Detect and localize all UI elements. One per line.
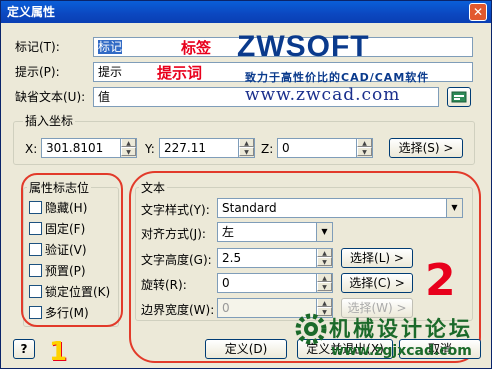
insert-field-button[interactable] <box>447 87 471 107</box>
annotation-number-one: 1 <box>49 337 68 367</box>
insert-point-title: 插入坐标 <box>23 114 76 128</box>
select-point-button[interactable]: 选择(S) > <box>389 138 463 158</box>
prompt-input-value: 提示 <box>98 65 123 79</box>
logo-url: www.zwcad.com <box>245 85 401 105</box>
logo-slogan: 致力于高性价比的CAD/CAM软件 <box>245 71 430 84</box>
y-spinner[interactable]: ▲ ▼ <box>238 139 254 157</box>
tag-label: 标记(T): <box>15 40 60 54</box>
title-bar: 定义属性 ✕ <box>1 1 491 23</box>
annotation-tag: 标签 <box>181 39 212 57</box>
x-label: X: <box>25 142 38 156</box>
y-coordinate-input[interactable]: 227.11 ▲ ▼ <box>159 138 255 158</box>
zwsoft-logo: ZWSOFT <box>237 30 370 63</box>
default-text-value: 值 <box>98 90 111 104</box>
prompt-label: 提示(P): <box>15 65 60 79</box>
close-button[interactable]: ✕ <box>469 3 487 21</box>
annotation-prompt: 提示词 <box>157 64 203 82</box>
x-coordinate-input[interactable]: 301.8101 ▲ ▼ <box>41 138 137 158</box>
watermark-site-name: 机械设计论坛 <box>329 317 473 341</box>
tag-input-value: 标记 <box>98 40 123 54</box>
default-text-label: 缺省文本(U): <box>15 90 86 104</box>
y-label: Y: <box>145 142 155 156</box>
window-title: 定义属性 <box>7 5 56 19</box>
z-label: Z: <box>261 142 274 156</box>
annotation-number-two: 2 <box>425 255 456 306</box>
help-button[interactable]: ? <box>13 339 35 359</box>
z-spinner[interactable]: ▲ ▼ <box>356 139 372 157</box>
define-button[interactable]: 定义(D) <box>205 339 287 359</box>
annotation-oval-flags <box>21 173 123 327</box>
define-attribute-dialog: 定义属性 ✕ 标记(T): 标记 提示(P): 提示 缺省文本(U): 值 标签… <box>0 0 492 369</box>
y-coordinate-value: 227.11 <box>164 141 206 155</box>
x-coordinate-value: 301.8101 <box>46 141 104 155</box>
watermark-site-url: www.zgjxcad.com <box>331 343 472 359</box>
z-coordinate-input[interactable]: 0 ▲ ▼ <box>277 138 373 158</box>
gear-icon <box>295 313 327 345</box>
insert-field-icon <box>451 91 467 103</box>
x-spinner[interactable]: ▲ ▼ <box>120 139 136 157</box>
z-coordinate-value: 0 <box>282 141 290 155</box>
